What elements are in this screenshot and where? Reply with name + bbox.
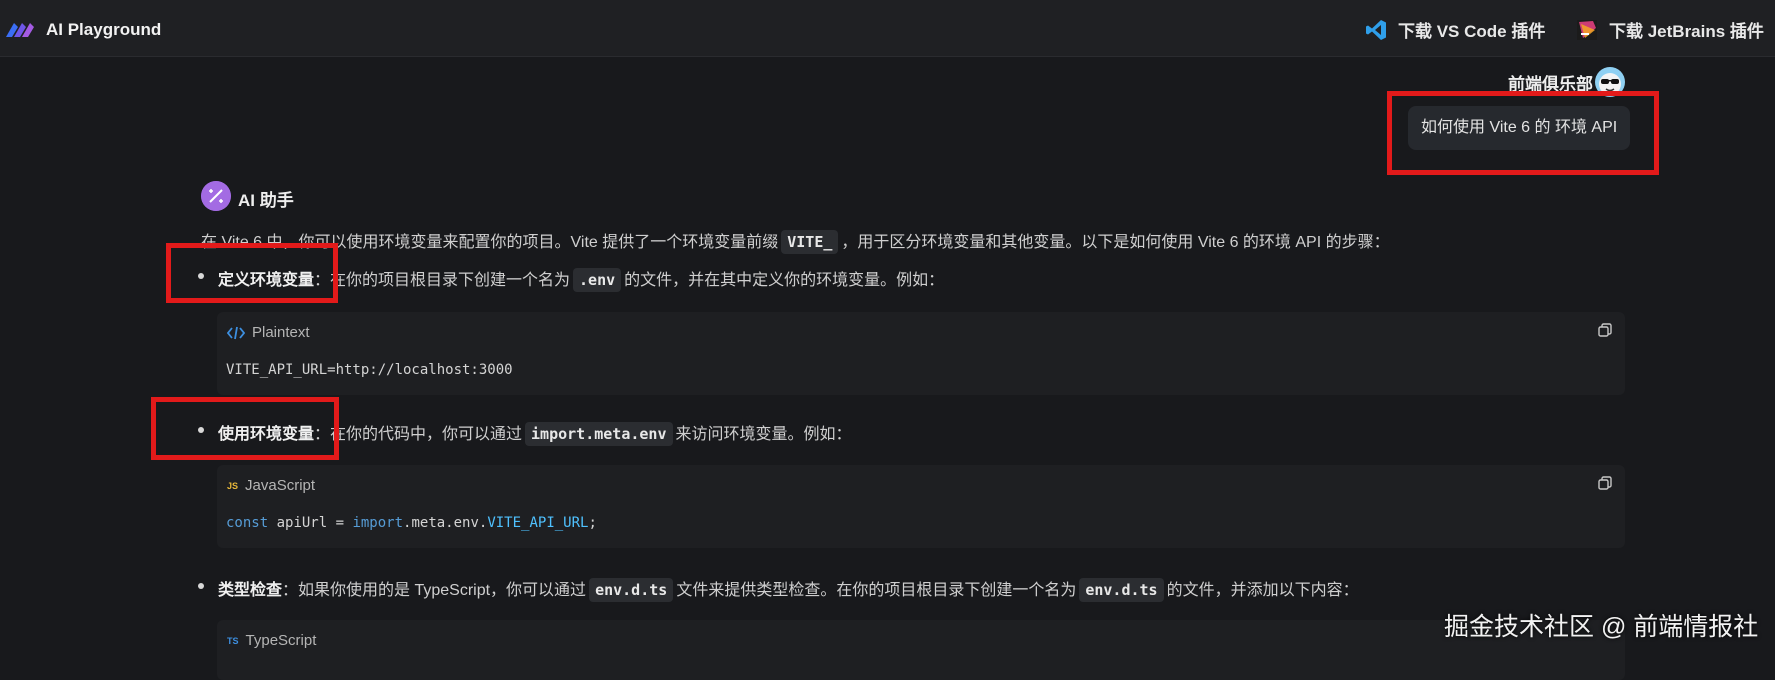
assistant-intro: 在 Vite 6 中，你可以使用环境变量来配置你的项目。Vite 提供了一个环境… xyxy=(201,228,1390,254)
intro-text-2: ，用于区分环境变量和其他变量。以下是如何使用 Vite 6 的环境 API 的步… xyxy=(841,234,1390,251)
code-token: ; xyxy=(588,515,597,531)
app-title[interactable]: AI Playground xyxy=(46,20,161,40)
copy-icon[interactable] xyxy=(1597,475,1613,491)
download-jetbrains-plugin-button[interactable]: 下载 JetBrains 插件 xyxy=(1575,17,1764,42)
bullet-text: 来访问环境变量。例如： xyxy=(675,426,852,443)
bullet-title: 类型检查 xyxy=(218,582,283,599)
code-language-label: TypeScript xyxy=(245,632,317,649)
vscode-icon xyxy=(1366,19,1386,40)
list-item: 类型检查：如果你使用的是 TypeScript，你可以通过 env.d.ts 文件来… xyxy=(198,576,1359,602)
code-language-label: Plaintext xyxy=(252,324,310,341)
code-content: VITE_API_URL=http://localhost:3000 xyxy=(226,362,513,378)
code-block: TS TypeScript xyxy=(217,620,1625,680)
inline-code: env.d.ts xyxy=(1079,578,1164,602)
inline-code: env.d.ts xyxy=(589,578,674,602)
code-content: const apiUrl = import.meta.env.VITE_API_… xyxy=(226,515,597,531)
assistant-name: AI 助手 xyxy=(238,191,294,210)
bullet-dot xyxy=(198,583,204,589)
assistant-avatar-icon xyxy=(201,181,231,211)
jetbrains-icon xyxy=(1577,19,1597,40)
bullet-text: ：在你的项目根目录下创建一个名为 xyxy=(314,272,571,289)
app-logo-icon[interactable] xyxy=(4,17,40,41)
download-vscode-plugin-button[interactable]: 下载 VS Code 插件 xyxy=(1364,17,1545,42)
inline-code: .env xyxy=(573,268,622,292)
highlight-box-use-env xyxy=(151,397,339,460)
code-token: apiUrl = xyxy=(268,515,353,531)
code-block: Plaintext VITE_API_URL=http://localhost:… xyxy=(217,312,1625,395)
download-jetbrains-label: 下载 JetBrains 插件 xyxy=(1609,22,1764,41)
code-language-label: JavaScript xyxy=(245,477,316,494)
highlight-box-define-env xyxy=(166,243,338,303)
highlight-box-user-message xyxy=(1387,91,1659,175)
code-block-header: JS JavaScript xyxy=(227,477,315,494)
bullet-text: 的文件，并在其中定义你的环境变量。例如： xyxy=(624,272,945,289)
code-block: JS JavaScript const apiUrl = import.meta… xyxy=(217,465,1625,548)
top-bar: AI Playground 下载 VS Code 插件 下载 JetBrains… xyxy=(0,0,1775,57)
code-token-keyword: import xyxy=(352,515,404,531)
inline-code: VITE_ xyxy=(781,230,839,254)
watermark: 掘金技术社区 @ 前端情报社 xyxy=(1444,613,1759,641)
bullet-text: 的文件，并添加以下内容： xyxy=(1166,582,1359,599)
js-icon: JS xyxy=(227,480,239,491)
code-token-property: VITE_API_URL xyxy=(487,515,589,531)
code-block-header: TS TypeScript xyxy=(227,632,316,649)
bullet-text: ：在你的代码中，你可以通过 xyxy=(314,426,523,443)
ts-icon: TS xyxy=(227,635,239,646)
code-block-header: Plaintext xyxy=(227,324,310,341)
bullet-text: ：如果你使用的是 TypeScript，你可以通过 xyxy=(282,582,587,599)
download-vscode-label: 下载 VS Code 插件 xyxy=(1398,22,1546,41)
bullet-text: 文件来提供类型检查。在你的项目根目录下创建一个名为 xyxy=(676,582,1077,599)
code-brackets-icon xyxy=(227,326,245,339)
inline-code: import.meta.env xyxy=(525,422,673,446)
copy-icon[interactable] xyxy=(1597,322,1613,338)
code-token: .meta.env. xyxy=(403,515,488,531)
code-token-keyword: const xyxy=(226,515,269,531)
